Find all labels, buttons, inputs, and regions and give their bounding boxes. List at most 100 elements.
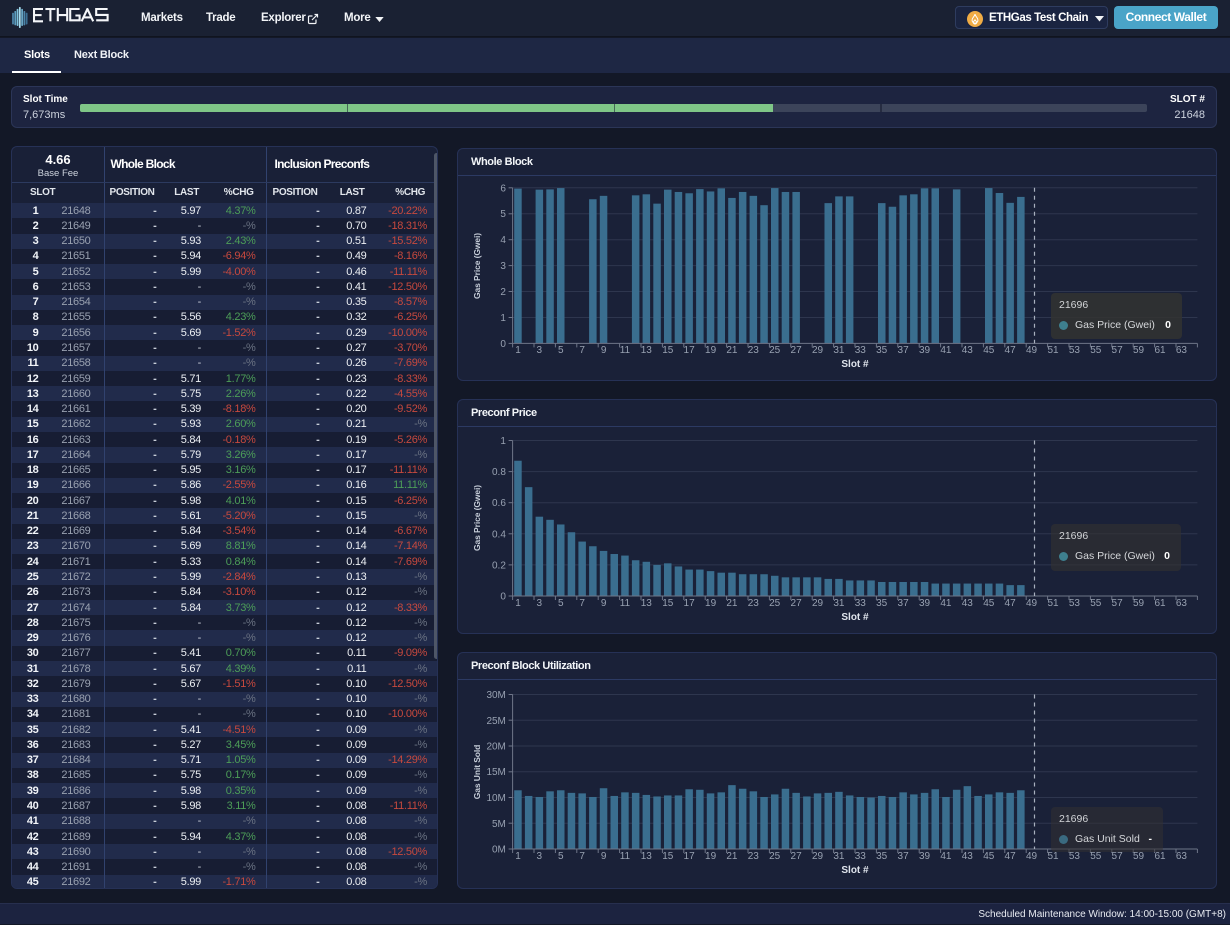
- svg-text:47: 47: [1005, 345, 1017, 356]
- svg-text:9: 9: [601, 598, 607, 609]
- svg-text:13: 13: [641, 345, 653, 356]
- svg-text:0.6: 0.6: [492, 498, 506, 509]
- svg-text:59: 59: [1133, 598, 1145, 609]
- svg-text:33: 33: [855, 851, 867, 862]
- svg-text:35: 35: [876, 598, 888, 609]
- svg-text:1: 1: [515, 598, 521, 609]
- svg-text:45: 45: [983, 598, 995, 609]
- svg-text:17: 17: [684, 851, 696, 862]
- svg-text:29: 29: [812, 598, 824, 609]
- svg-text:3: 3: [537, 851, 543, 862]
- svg-text:37: 37: [898, 345, 910, 356]
- svg-text:41: 41: [940, 345, 952, 356]
- svg-text:55: 55: [1090, 598, 1102, 609]
- svg-text:25: 25: [769, 598, 781, 609]
- svg-text:21: 21: [726, 851, 738, 862]
- svg-text:2: 2: [500, 287, 506, 298]
- svg-text:55: 55: [1090, 851, 1102, 862]
- svg-text:61: 61: [1154, 598, 1166, 609]
- svg-text:15M: 15M: [486, 767, 505, 778]
- svg-text:35: 35: [876, 345, 888, 356]
- svg-text:31: 31: [833, 598, 845, 609]
- svg-text:0: 0: [500, 339, 506, 350]
- svg-text:0M: 0M: [492, 845, 506, 856]
- svg-text:39: 39: [919, 598, 931, 609]
- svg-text:5M: 5M: [492, 819, 506, 830]
- svg-text:11: 11: [620, 598, 631, 609]
- svg-text:27: 27: [791, 345, 803, 356]
- svg-text:63: 63: [1176, 851, 1188, 862]
- svg-text:25: 25: [769, 345, 781, 356]
- svg-text:43: 43: [962, 598, 974, 609]
- svg-text:Slot #: Slot #: [841, 359, 869, 370]
- svg-text:27: 27: [791, 851, 803, 862]
- svg-text:Slot #: Slot #: [841, 865, 869, 876]
- svg-text:7: 7: [579, 345, 585, 356]
- svg-text:6: 6: [500, 183, 506, 194]
- svg-text:23: 23: [748, 851, 760, 862]
- svg-text:49: 49: [1026, 851, 1038, 862]
- svg-text:4: 4: [500, 235, 506, 246]
- svg-text:39: 39: [919, 345, 931, 356]
- svg-text:5: 5: [558, 851, 564, 862]
- svg-text:21: 21: [726, 598, 738, 609]
- svg-text:17: 17: [684, 345, 696, 356]
- svg-text:59: 59: [1133, 851, 1145, 862]
- svg-text:57: 57: [1112, 598, 1124, 609]
- svg-text:20M: 20M: [486, 742, 505, 753]
- svg-text:29: 29: [812, 345, 824, 356]
- svg-text:29: 29: [812, 851, 824, 862]
- svg-text:41: 41: [940, 851, 952, 862]
- svg-text:53: 53: [1069, 345, 1081, 356]
- svg-text:19: 19: [705, 345, 717, 356]
- svg-text:0.8: 0.8: [492, 467, 506, 478]
- svg-text:1: 1: [515, 851, 521, 862]
- svg-text:15: 15: [662, 598, 674, 609]
- svg-text:9: 9: [601, 345, 607, 356]
- svg-text:5: 5: [558, 345, 564, 356]
- svg-text:25M: 25M: [486, 716, 505, 727]
- svg-text:43: 43: [962, 851, 974, 862]
- svg-text:49: 49: [1026, 345, 1038, 356]
- svg-text:51: 51: [1047, 345, 1059, 356]
- svg-text:23: 23: [748, 345, 760, 356]
- svg-text:31: 31: [833, 345, 845, 356]
- svg-text:61: 61: [1154, 851, 1166, 862]
- svg-text:53: 53: [1069, 598, 1081, 609]
- svg-text:5: 5: [558, 598, 564, 609]
- svg-text:63: 63: [1176, 345, 1188, 356]
- svg-text:47: 47: [1005, 598, 1017, 609]
- svg-text:33: 33: [855, 345, 867, 356]
- svg-text:33: 33: [855, 598, 867, 609]
- svg-text:13: 13: [641, 598, 653, 609]
- svg-text:27: 27: [791, 598, 803, 609]
- svg-text:41: 41: [940, 598, 952, 609]
- svg-text:43: 43: [962, 345, 974, 356]
- svg-text:51: 51: [1047, 598, 1059, 609]
- svg-text:1: 1: [515, 345, 521, 356]
- svg-text:0.4: 0.4: [492, 529, 506, 540]
- svg-text:25: 25: [769, 851, 781, 862]
- svg-text:9: 9: [601, 851, 607, 862]
- svg-text:17: 17: [684, 598, 696, 609]
- svg-text:0.2: 0.2: [492, 560, 506, 571]
- svg-text:11: 11: [620, 851, 631, 862]
- svg-text:49: 49: [1026, 598, 1038, 609]
- svg-text:31: 31: [833, 851, 845, 862]
- svg-text:51: 51: [1047, 851, 1059, 862]
- svg-text:5: 5: [500, 209, 506, 220]
- svg-text:37: 37: [898, 851, 910, 862]
- svg-text:45: 45: [983, 851, 995, 862]
- svg-text:37: 37: [898, 598, 910, 609]
- svg-text:47: 47: [1005, 851, 1017, 862]
- svg-text:7: 7: [579, 598, 585, 609]
- svg-text:45: 45: [983, 345, 995, 356]
- svg-text:59: 59: [1133, 345, 1145, 356]
- svg-text:1: 1: [500, 436, 506, 447]
- svg-text:Slot #: Slot #: [841, 612, 869, 623]
- svg-text:3: 3: [537, 345, 543, 356]
- svg-text:53: 53: [1069, 851, 1081, 862]
- svg-text:23: 23: [748, 598, 760, 609]
- svg-text:15: 15: [662, 345, 674, 356]
- svg-text:13: 13: [641, 851, 653, 862]
